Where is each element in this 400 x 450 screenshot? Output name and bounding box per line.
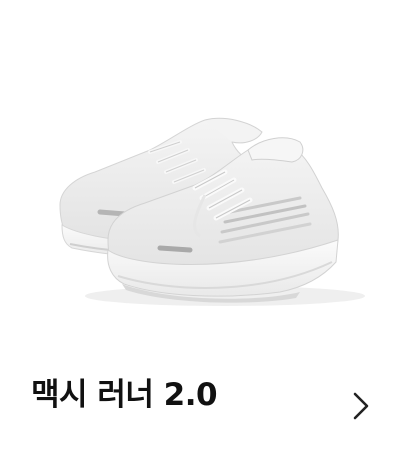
chevron-right-icon[interactable] (345, 388, 375, 424)
product-title: 맥시 러너 2.0 (31, 377, 218, 413)
product-card[interactable]: 맥시 러너 2.0 (0, 0, 400, 450)
product-image (59, 117, 365, 306)
